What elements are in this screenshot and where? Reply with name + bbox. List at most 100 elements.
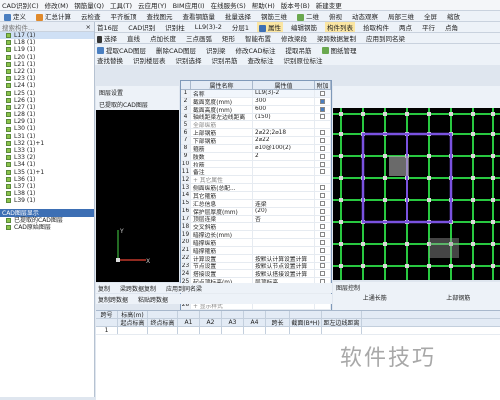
- toolbar1-btn-12[interactable]: 全屏: [422, 11, 439, 21]
- property-value[interactable]: [253, 168, 315, 176]
- tree-item[interactable]: L17 (1): [0, 32, 94, 40]
- property-row[interactable]: 9 肢数 2: [181, 152, 331, 161]
- menu-item-7[interactable]: 帮助(H): [252, 0, 275, 10]
- tree-item[interactable]: L36 (1): [0, 176, 94, 183]
- drawing-manage-button[interactable]: 图纸管理: [320, 45, 359, 55]
- menu-item-9[interactable]: 新建变更: [316, 0, 342, 10]
- toolbar1-btn-13[interactable]: 缩放: [445, 11, 462, 21]
- checkbox-icon[interactable]: [320, 232, 325, 238]
- property-value[interactable]: ⌀10@100(2): [253, 144, 315, 152]
- left-drawing-canvas[interactable]: Y X: [96, 110, 179, 282]
- tree-item[interactable]: L21 (1): [0, 61, 94, 68]
- checkbox-icon[interactable]: [320, 90, 325, 96]
- tree-item[interactable]: L24 (1): [0, 82, 94, 89]
- menu-item-3[interactable]: 工具(T): [110, 0, 132, 10]
- checkbox-icon[interactable]: [320, 216, 325, 222]
- tree-item[interactable]: L33 (2): [0, 154, 94, 161]
- checkbox-icon[interactable]: [320, 224, 325, 230]
- beam-span-copy-button[interactable]: 梁跨数据复制: [118, 284, 158, 293]
- component-list-button[interactable]: 构件列表: [325, 22, 355, 32]
- property-row[interactable]: 14 其它箍筋: [181, 191, 331, 200]
- tab-extracted-cad-layer[interactable]: 已提取的CAD图层: [99, 100, 148, 109]
- tree-item[interactable]: L34 (1): [0, 161, 94, 168]
- property-row[interactable]: 10 拉筋: [181, 160, 331, 169]
- menu-item-2[interactable]: 钢筋量(Q): [74, 0, 104, 10]
- toolbar1-btn-7[interactable]: 钢筋三维: [259, 11, 289, 21]
- tree-item[interactable]: L25 (1): [0, 90, 94, 97]
- toolbar1-btn-4[interactable]: 查找图元: [145, 11, 175, 21]
- toolbar1-btn-8[interactable]: 二维: [295, 11, 321, 21]
- menu-item-6[interactable]: 在线服务(S): [211, 0, 246, 10]
- tree-item[interactable]: L29 (1): [0, 118, 94, 125]
- checkbox-icon[interactable]: [320, 185, 325, 191]
- sidebar-search[interactable]: 搜索构件...: [2, 22, 34, 32]
- checkbox-icon[interactable]: [320, 153, 325, 159]
- checkbox-icon[interactable]: [6, 224, 11, 230]
- line-button[interactable]: 直线: [125, 33, 142, 43]
- property-row[interactable]: 22 计算设置 按默认计算设置计算: [181, 254, 331, 263]
- property-value[interactable]: [253, 176, 315, 184]
- property-value[interactable]: 否: [253, 215, 315, 223]
- modify-cad-annotation-button[interactable]: 修改CAD标注: [234, 45, 278, 55]
- property-row[interactable]: 12 + 其它属性: [181, 176, 331, 185]
- cad-drawing-canvas[interactable]: [333, 108, 500, 280]
- recognize-in-place-annotation-button[interactable]: 识别原位标注: [282, 55, 325, 65]
- smart-layout-button[interactable]: 智能布置: [243, 33, 273, 43]
- checkbox-icon[interactable]: [320, 98, 325, 104]
- tree-item[interactable]: L26 (1): [0, 97, 94, 104]
- checkbox-icon[interactable]: [320, 169, 325, 175]
- find-replace-button[interactable]: 查找替换: [95, 55, 125, 65]
- checkbox-icon[interactable]: [320, 208, 325, 214]
- checkbox-icon[interactable]: [320, 239, 325, 245]
- extract-cad-layer-button[interactable]: 提取CAD图层: [95, 45, 148, 55]
- property-row[interactable]: 17 顶层连梁否: [181, 215, 331, 224]
- grid-cell[interactable]: [290, 327, 322, 334]
- property-value[interactable]: [253, 223, 315, 231]
- copy-button[interactable]: 复制: [96, 284, 112, 293]
- property-value[interactable]: 按默认计算设置计算: [253, 254, 315, 262]
- tree-item[interactable]: L33 (1): [0, 147, 94, 154]
- checkbox-icon[interactable]: [320, 200, 325, 206]
- grid-cell[interactable]: [222, 327, 244, 334]
- recognize-beam-button[interactable]: 识别梁: [204, 45, 228, 55]
- grid-cell[interactable]: [148, 327, 178, 334]
- menu-item-1[interactable]: 修改(M): [45, 0, 69, 10]
- recognize-column-select[interactable]: 识别柱: [163, 22, 187, 32]
- property-row[interactable]: 8 箍筋 ⌀10@100(2): [181, 144, 331, 153]
- select-button[interactable]: 选择: [95, 33, 119, 43]
- grid-cell[interactable]: [178, 327, 200, 334]
- toolbar1-btn-10[interactable]: 动态观察: [350, 11, 380, 21]
- tree-item[interactable]: L23 (1): [0, 75, 94, 82]
- close-icon[interactable]: ×: [86, 23, 91, 31]
- grid-cell[interactable]: [200, 327, 222, 334]
- edit-rebar-button[interactable]: 编辑钢筋: [289, 22, 319, 32]
- property-value[interactable]: [253, 121, 315, 129]
- property-row[interactable]: 15 汇总信息 连梁: [181, 199, 331, 208]
- property-value[interactable]: 2: [253, 152, 315, 160]
- three-point-arc-button[interactable]: 三点画弧: [184, 33, 214, 43]
- toolbar1-btn-6[interactable]: 批量选择: [223, 11, 253, 21]
- apply-same-beam-button[interactable]: 应用到同名梁: [364, 33, 407, 43]
- property-value[interactable]: 按默认节点设置计算: [253, 262, 315, 270]
- tree-item[interactable]: L37 (1): [0, 183, 94, 190]
- checkbox-icon[interactable]: [320, 192, 325, 198]
- property-row[interactable]: 20 暗撑纵筋: [181, 239, 331, 247]
- menu-item-5[interactable]: BIM应用(I): [173, 0, 205, 10]
- two-points-button[interactable]: 两点: [397, 22, 414, 32]
- checkbox-icon[interactable]: [320, 137, 325, 143]
- toolbar1-btn-11[interactable]: 局部三维: [386, 11, 416, 21]
- property-row[interactable]: 1 名称 LL9(3)-2: [181, 90, 331, 98]
- modify-beam-span-button[interactable]: 修改梁段: [279, 33, 309, 43]
- property-row[interactable]: 18 交叉斜筋: [181, 223, 331, 232]
- cad-recognize-select[interactable]: CAD识别: [126, 22, 157, 32]
- property-row[interactable]: 19 暗撑边长(mm): [181, 231, 331, 240]
- delete-cad-layer-button[interactable]: 删除CAD图层: [154, 45, 198, 55]
- apply-same-name-button[interactable]: 应用到同名梁: [164, 284, 204, 293]
- menu-item-0[interactable]: CAD识别(C): [2, 0, 39, 10]
- property-row[interactable]: 3 截面高度(mm) 600: [181, 105, 331, 114]
- recognize-select-button[interactable]: 识别选择: [174, 55, 204, 65]
- copy-span-data-button[interactable]: 复制跨数据: [96, 295, 130, 304]
- tree-item[interactable]: L22 (1): [0, 68, 94, 75]
- tree-item[interactable]: L35 (1)+1: [0, 169, 94, 176]
- check-annotation-button[interactable]: 查改标注: [246, 55, 276, 65]
